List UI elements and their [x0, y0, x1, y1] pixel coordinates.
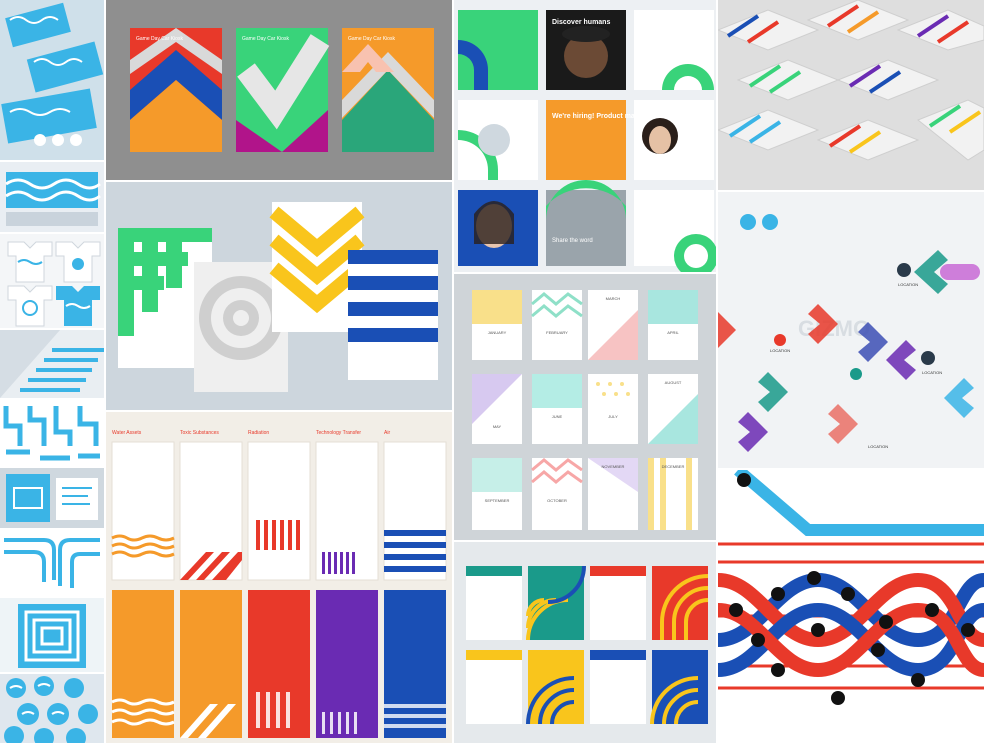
tile-calendars: JANUARY FEBRUARY MARCH APRIL MAY JUNE JU… — [454, 274, 716, 540]
tile-cyan-stationery — [0, 0, 104, 160]
poster-a-title: Game Day Car Kiosk — [136, 36, 183, 42]
billboard-art — [0, 162, 104, 232]
signage-label-1: LOCATION — [898, 282, 918, 287]
calendar-april: APRIL — [667, 330, 679, 335]
stripe-cards-art — [106, 182, 452, 410]
report-heading-5: Air — [384, 430, 390, 436]
signage-label-4: LOCATION — [868, 444, 888, 449]
social-cards-art: Discover humans We're hiring! Product ma… — [454, 0, 716, 272]
report-heading-4: Technology Transfer — [316, 430, 361, 436]
tile-chevron-posters: Game Day Car Kiosk Game Day Car Kiosk Ga… — [106, 0, 452, 180]
chevron-posters-art: Game Day Car Kiosk Game Day Car Kiosk Ga… — [106, 0, 452, 180]
calendars-art: JANUARY FEBRUARY MARCH APRIL MAY JUNE JU… — [454, 274, 716, 540]
calendar-may: MAY — [493, 424, 502, 429]
tile-arrow-signage: GIZMO LOCATION LOCATION LOCATION LOCATIO… — [718, 192, 984, 468]
signage-label-3: LOCATION — [770, 348, 790, 353]
tile-cyan-square-pattern — [0, 598, 104, 672]
calendar-november: NOVEMBER — [602, 464, 625, 469]
maze-art — [4, 538, 100, 588]
calendar-october: OCTOBER — [547, 498, 567, 503]
calendar-september: SEPTEMBER — [485, 498, 510, 503]
calendar-february: FEBRUARY — [546, 330, 568, 335]
woven-lines-art — [718, 470, 984, 743]
report-heading-2: Toxic Substances — [180, 430, 219, 436]
pattern-art — [3, 406, 100, 461]
stairs-art — [0, 330, 104, 398]
arrow-signage-art: GIZMO LOCATION LOCATION LOCATION LOCATIO… — [718, 192, 984, 468]
tshirts-art — [7, 241, 101, 327]
cookies-art — [4, 676, 98, 743]
calendar-december: DECEMBER — [662, 464, 685, 469]
cards-art — [6, 474, 98, 522]
poster-b-title: Game Day Car Kiosk — [242, 36, 289, 42]
calendar-march: MARCH — [606, 296, 621, 301]
square-pattern-art — [18, 604, 86, 668]
report-heading-1: Water Assets — [112, 430, 142, 436]
tile-cyan-billboard — [0, 162, 104, 232]
signage-label-2: LOCATION — [922, 370, 942, 375]
report-heading-3: Radiation — [248, 430, 269, 436]
tile-striped-boxes — [718, 0, 984, 190]
tile-cyan-tshirts — [0, 234, 104, 328]
tile-report-panels: Water Assets Toxic Substances Radiation … — [106, 412, 452, 743]
tile-woven-lines — [718, 470, 984, 743]
tile-cyan-cookies — [0, 674, 104, 743]
card-discover-humans: Discover humans — [552, 19, 610, 26]
calendar-june: JUNE — [552, 414, 563, 419]
calendar-august: AUGUST — [665, 380, 682, 385]
striped-boxes-art — [718, 0, 984, 190]
signage-brand: GIZMO — [798, 316, 870, 341]
card-we-hiring: We're hiring! Product manager — [552, 113, 654, 120]
calendar-january: JANUARY — [488, 330, 507, 335]
tile-social-cards: Discover humans We're hiring! Product ma… — [454, 0, 716, 272]
calendar-july: JULY — [608, 414, 618, 419]
tile-stripe-cards — [106, 182, 452, 410]
arc-cards-art — [454, 542, 716, 743]
tile-cyan-stairs — [0, 330, 104, 398]
card-share-word: Share the word — [552, 238, 593, 244]
tile-cyan-cards — [0, 468, 104, 528]
tile-cyan-pattern — [0, 400, 104, 466]
poster-c-title: Game Day Car Kiosk — [348, 36, 395, 42]
cyan-stationery-art — [0, 0, 104, 160]
tile-cyan-maze — [0, 530, 104, 596]
report-panels-art: Water Assets Toxic Substances Radiation … — [106, 412, 452, 743]
tile-arc-cards — [454, 542, 716, 743]
